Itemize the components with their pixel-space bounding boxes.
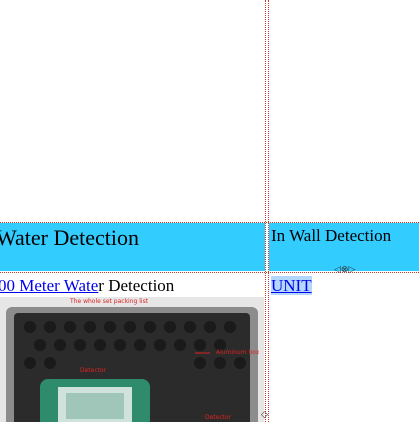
row-text-rest: r Detection [98, 276, 175, 295]
row-unit-cell: UNIT [271, 276, 312, 296]
label-bottom: Detector [205, 414, 232, 421]
label-detector: Detector [80, 367, 107, 374]
image-resize-handle[interactable]: ◇ [261, 411, 268, 420]
table-column-divider [265, 0, 266, 422]
table-row-divider [0, 272, 419, 273]
packing-case-picture [0, 297, 264, 422]
header-in-wall-detection: In Wall Detection [271, 226, 392, 245]
row-link-water-detection: 00 Meter Water Detection [0, 276, 174, 296]
label-aluminum-box: Aluminum box [216, 349, 260, 356]
column-resize-handle[interactable]: ◁⊗▷ [334, 266, 355, 275]
unit-link[interactable]: UNIT [271, 276, 312, 295]
header-water-detection: Water Detection [0, 225, 139, 250]
packing-list-photo: The whole set packing list Aluminum box … [0, 297, 264, 422]
table-column-divider [268, 0, 269, 422]
caption-packing-list: The whole set packing list [70, 298, 149, 305]
meter-water-link[interactable]: 00 Meter Wate [0, 276, 98, 295]
